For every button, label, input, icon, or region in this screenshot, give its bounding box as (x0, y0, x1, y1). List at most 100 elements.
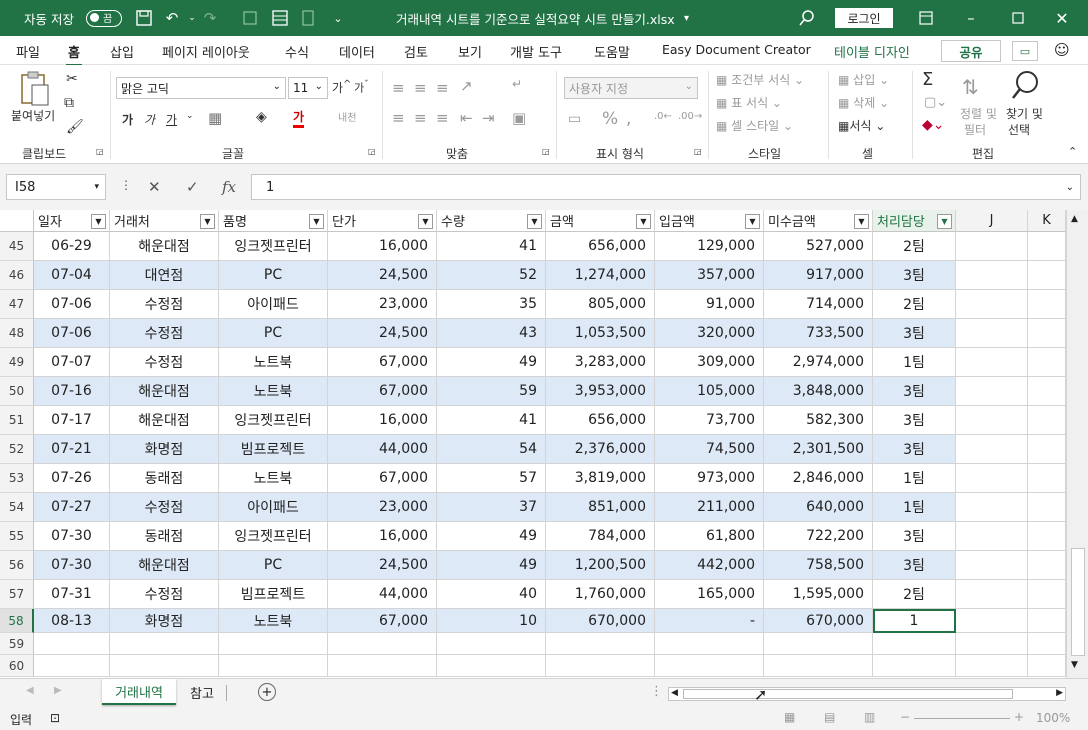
empty-cell[interactable] (1028, 551, 1066, 580)
cell-unpaid[interactable]: 733,500 (764, 319, 873, 348)
cell-client[interactable]: 수정점 (110, 319, 219, 348)
cell-price[interactable]: 67,000 (328, 377, 437, 406)
cell-item[interactable]: 노트북 (219, 377, 328, 406)
cell-date[interactable]: 07-06 (34, 290, 110, 319)
empty-cell[interactable] (655, 655, 764, 677)
cell-price[interactable]: 44,000 (328, 580, 437, 609)
cell-qty[interactable]: 54 (437, 435, 546, 464)
row-header[interactable]: 55 (0, 522, 34, 551)
cell-item[interactable]: 노트북 (219, 609, 328, 633)
empty-cell[interactable] (764, 655, 873, 677)
empty-cell[interactable] (956, 232, 1028, 261)
cell-paid[interactable]: 211,000 (655, 493, 764, 522)
form-icon[interactable] (270, 8, 290, 28)
cell-qty[interactable]: 37 (437, 493, 546, 522)
formula-input[interactable]: 1 ⌄ (251, 174, 1081, 200)
empty-cell[interactable] (956, 633, 1028, 655)
empty-cell[interactable] (437, 655, 546, 677)
cell-amount[interactable]: 670,000 (546, 609, 655, 633)
tab-file[interactable]: 파일 (16, 42, 40, 61)
format-cells-button[interactable]: ▦서식 ⌄ (838, 117, 885, 134)
tab-data[interactable]: 데이터 (339, 42, 375, 61)
align-bottom-icon[interactable]: ≡ (436, 79, 449, 97)
cell-price[interactable]: 24,500 (328, 261, 437, 290)
cell-item[interactable]: 아이패드 (219, 493, 328, 522)
find-select-label[interactable]: 찾기 및 (1006, 105, 1043, 122)
row-header[interactable]: 46 (0, 261, 34, 290)
cell-unpaid[interactable]: 714,000 (764, 290, 873, 319)
cell-styles-button[interactable]: ▦ 셀 스타일 ⌄ (716, 117, 793, 134)
increase-indent-icon[interactable]: ⇥ (482, 109, 495, 127)
cell-client[interactable]: 수정점 (110, 493, 219, 522)
align-right-icon[interactable]: ≡ (436, 109, 449, 127)
new-file-icon[interactable] (240, 8, 260, 28)
scroll-down-icon[interactable]: ▼ (1071, 660, 1078, 670)
sheet-tab-transactions[interactable]: 거래내역 (102, 679, 176, 705)
row-header[interactable]: 54 (0, 493, 34, 522)
header-col-qty[interactable]: 수량 ▼ (437, 210, 546, 232)
customize-qat-icon[interactable]: ⌄ (328, 8, 348, 28)
cell-unpaid[interactable]: 527,000 (764, 232, 873, 261)
cell-unpaid[interactable]: 582,300 (764, 406, 873, 435)
insert-function-button[interactable]: fx (222, 178, 236, 196)
cell-item[interactable]: PC (219, 261, 328, 290)
tab-formulas[interactable]: 수식 (285, 42, 309, 61)
shrink-font-button[interactable]: 가ˇ (354, 79, 369, 96)
cell-price[interactable]: 16,000 (328, 522, 437, 551)
tab-view[interactable]: 보기 (458, 42, 482, 61)
cell-date[interactable]: 07-16 (34, 377, 110, 406)
undo-dropdown-icon[interactable]: ⌄ (182, 8, 202, 28)
wrap-text-icon[interactable]: ↵ (512, 77, 522, 91)
cut-icon[interactable]: ✂ (66, 71, 78, 87)
empty-cell[interactable] (1028, 493, 1066, 522)
cell-qty[interactable]: 57 (437, 464, 546, 493)
cell-qty[interactable]: 49 (437, 348, 546, 377)
percent-button[interactable]: % (602, 109, 618, 129)
filter-dropdown-icon[interactable]: ▼ (200, 214, 215, 229)
cell-price[interactable]: 23,000 (328, 290, 437, 319)
align-top-icon[interactable]: ≡ (392, 79, 405, 97)
cell-price[interactable]: 24,500 (328, 551, 437, 580)
cell-unpaid[interactable]: 670,000 (764, 609, 873, 633)
cell-unpaid[interactable]: 2,974,000 (764, 348, 873, 377)
cell-item[interactable]: 아이패드 (219, 290, 328, 319)
tab-home[interactable]: 홈 (66, 42, 82, 66)
cell-item[interactable]: 노트북 (219, 464, 328, 493)
cell-client[interactable]: 수정점 (110, 580, 219, 609)
vertical-scrollbar[interactable]: ▲ ▼ (1066, 210, 1088, 678)
cell-date[interactable]: 07-21 (34, 435, 110, 464)
cell-amount[interactable]: 3,819,000 (546, 464, 655, 493)
conditional-formatting-button[interactable]: ▦ 조건부 서식 ⌄ (716, 71, 804, 88)
cell-price[interactable]: 67,000 (328, 609, 437, 633)
cell-item[interactable]: PC (219, 319, 328, 348)
sort-filter-label[interactable]: 정렬 및 (960, 105, 997, 122)
number-format-combo[interactable]: 사용자 지정 ⌄ (564, 77, 698, 99)
scroll-left-icon[interactable]: ◀ (671, 688, 678, 698)
align-left-icon[interactable]: ≡ (392, 109, 405, 127)
empty-cell[interactable] (1028, 655, 1066, 677)
minimize-icon[interactable]: – (961, 8, 981, 28)
cell-unpaid[interactable]: 1,595,000 (764, 580, 873, 609)
cell-amount[interactable]: 656,000 (546, 406, 655, 435)
sheet-tab-reference[interactable]: 참고 (180, 679, 224, 705)
cell-unpaid[interactable]: 2,301,500 (764, 435, 873, 464)
bold-button[interactable]: 가 (122, 111, 133, 128)
comma-style-icon[interactable]: , (626, 109, 631, 129)
tab-page-layout[interactable]: 페이지 레이아웃 (162, 42, 250, 61)
cell-owner[interactable]: 2팀 (873, 580, 956, 609)
cell-amount[interactable]: 2,376,000 (546, 435, 655, 464)
maximize-icon[interactable] (1008, 8, 1028, 28)
cell-owner[interactable]: 3팀 (873, 406, 956, 435)
row-header[interactable]: 57 (0, 580, 34, 609)
file-name-dropdown-icon[interactable]: ▾ (684, 0, 689, 36)
insert-cells-button[interactable]: ▦ 삽입 ⌄ (838, 71, 889, 88)
next-sheet-icon[interactable]: ▶ (54, 685, 62, 696)
align-center-icon[interactable]: ≡ (414, 109, 427, 127)
fill-icon[interactable]: ▢⌄ (924, 95, 947, 110)
cell-client[interactable]: 해운대점 (110, 406, 219, 435)
cell-item[interactable]: 빔프로젝트 (219, 435, 328, 464)
feedback-smiley-icon[interactable]: ☺ (1054, 41, 1070, 59)
underline-dropdown-icon[interactable]: ⌄ (186, 111, 194, 121)
cell-price[interactable]: 23,000 (328, 493, 437, 522)
scroll-up-icon[interactable]: ▲ (1071, 214, 1078, 224)
